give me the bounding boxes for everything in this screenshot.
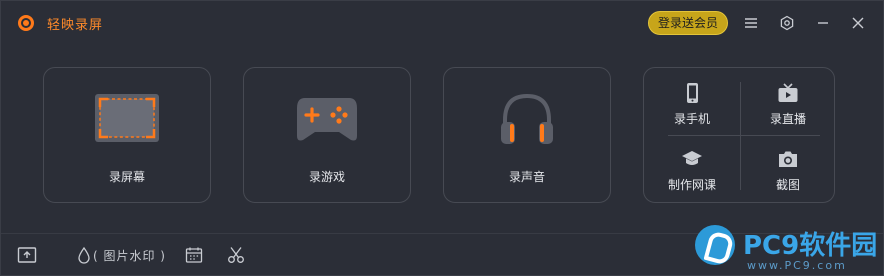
record-live-button[interactable]: 录直播 [748,76,828,132]
gamepad-icon [295,94,359,144]
record-screen-card[interactable]: 录屏幕 [43,67,211,203]
scissors-icon[interactable] [227,244,245,266]
card-label: 录游戏 [308,170,345,184]
schedule-icon[interactable] [185,244,203,266]
more-tools-card: 录手机 录直播 制作网课 截图 [643,67,835,203]
title-bar: 轻映录屏 登录送会员 [1,1,883,45]
app-window: 轻映录屏 登录送会员 录屏幕 录游戏 录声音 录手机 录直播 制作网课 截图 (… [0,0,884,276]
sub-label: 录直播 [769,112,806,126]
sub-label: 制作网课 [667,178,716,192]
app-title: 轻映录屏 [47,18,104,33]
watermark-icon [78,246,90,264]
site-watermark-url: www.PC9.com [747,259,847,272]
site-watermark-name: PC9软件园 [743,231,878,261]
pc9-logo-icon [695,225,735,265]
image-watermark-button[interactable]: ( 图片水印 ) [77,244,166,266]
sub-label: 截图 [775,178,800,192]
record-game-card[interactable]: 录游戏 [243,67,411,203]
divider [740,82,741,190]
folder-icon[interactable] [17,244,37,266]
app-logo-icon [18,15,34,31]
menu-icon[interactable] [741,13,761,33]
tv-icon [777,82,799,104]
screen-record-icon [95,94,159,142]
sub-label: 录手机 [673,112,710,126]
divider [668,135,820,136]
settings-icon[interactable] [777,13,797,33]
record-phone-button[interactable]: 录手机 [652,76,732,132]
screenshot-button[interactable]: 截图 [748,142,828,198]
login-button[interactable]: 登录送会员 [648,11,728,35]
headphones-icon [499,92,555,146]
image-watermark-label: ( 图片水印 ) [93,248,166,263]
card-label: 录声音 [508,170,545,184]
graduation-cap-icon [681,148,703,170]
camera-icon [777,148,799,170]
minimize-icon[interactable] [813,13,833,33]
record-audio-card[interactable]: 录声音 [443,67,611,203]
phone-icon [681,82,703,104]
make-course-button[interactable]: 制作网课 [652,142,732,198]
card-label: 录屏幕 [108,170,145,184]
site-watermark: PC9软件园 www.PC9.com [691,223,884,276]
close-icon[interactable] [848,13,868,33]
